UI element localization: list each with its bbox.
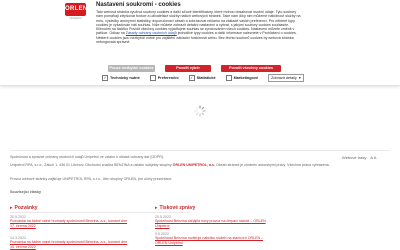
cookie-banner-title: Nastavení soukromí - cookies	[96, 2, 181, 8]
checkbox-statistics[interactable]: ✓ Statistické	[188, 74, 216, 81]
press-releases-section-title: ▸ Tiskové zprávy	[155, 205, 195, 211]
checkbox-technical-label: Technicky nutné	[110, 75, 140, 80]
related-articles-heading: Související články	[10, 190, 41, 194]
divider	[10, 150, 390, 151]
news-link[interactable]: Pozvánka na řádné valné hromady společno…	[10, 240, 130, 249]
chevron-down-icon: ▾	[298, 75, 301, 80]
cookie-banner: ORLEN Unipetrol Nastavení soukromí - coo…	[0, 0, 400, 86]
cookie-banner-text: Tato webová stránka využívá soubory cook…	[96, 10, 302, 44]
allow-all-cookies-button[interactable]: Povolit všechny cookies	[221, 65, 281, 72]
checkbox-statistics-label: Statistické	[196, 75, 216, 80]
list-item: 20.5.2022 Společnost Benzina zahájila no…	[155, 215, 275, 228]
invitations-section-title: ▸ Pozvánky	[10, 205, 38, 211]
accessibility-links: Webové trasy A A	[342, 155, 376, 160]
cookie-button-row: Pouze nezbytné cookies Povolit výběr Pov…	[108, 65, 281, 72]
logo-subtitle: Unipetrol	[69, 16, 82, 20]
checkbox-preferences-box[interactable]	[149, 74, 156, 81]
show-details-label: Zobrazit detaily	[271, 75, 297, 80]
left-section-divider	[10, 212, 190, 213]
checkbox-preferences[interactable]: Preferenční	[149, 74, 179, 81]
press-releases-title: Tiskové zprávy	[159, 205, 196, 211]
checkbox-preferences-label: Preferenční	[157, 75, 179, 80]
checkbox-marketing[interactable]: Marketingové	[225, 74, 259, 81]
chevron-right-icon: ▸	[155, 205, 158, 211]
loading-spinner-icon	[194, 105, 206, 117]
company-logo: ORLEN Unipetrol	[63, 3, 88, 21]
font-size-link[interactable]: A A	[370, 155, 376, 160]
footer-company-name: ORLEN UNIPETROL, a.s.	[172, 163, 216, 167]
logo-mark: ORLEN	[65, 3, 87, 16]
necessary-cookies-button[interactable]: Pouze nezbytné cookies	[108, 65, 155, 72]
footer-line-2: Unipetrol RPA, s.r.o., Záluží 1, 436 01 …	[10, 163, 390, 167]
list-item: 14.3.2022 Pozvánka na řádné valné hromad…	[10, 236, 130, 249]
checkbox-technical[interactable]: ✓ Technicky nutné	[102, 74, 140, 81]
list-item: 20.5.2022 Pozvánka na řádné valné hromad…	[10, 215, 130, 228]
chevron-right-icon: ▸	[10, 205, 13, 211]
cookie-category-row: ✓ Technicky nutné Preferenční ✓ Statisti…	[102, 73, 304, 82]
checkbox-technical-box[interactable]: ✓	[102, 74, 108, 81]
news-link[interactable]: Společnost Benzina zahájila nový provoz …	[155, 219, 275, 228]
footer-line-1: Společnost a správce ochrany osobních úd…	[10, 155, 165, 159]
footer-line-2a: Unipetrol RPA, s.r.o., Záluží 1, 436 01 …	[10, 163, 172, 167]
show-details-dropdown[interactable]: Zobrazit detaily ▾	[268, 73, 304, 82]
checkbox-marketing-box[interactable]	[225, 74, 232, 81]
allow-selection-button[interactable]: Povolit výběr	[165, 65, 211, 72]
footer-line-3: Provoz webové stránky zajišťuje UNIPETRO…	[10, 177, 173, 181]
news-link[interactable]: Pozvánka na řádné valné hromady společno…	[10, 219, 130, 228]
list-item: 9.5.2022 Společnost Benzina rozšiřuje na…	[155, 232, 275, 245]
footer-line-2c: Obsah stránek je chráněn autorskými práv…	[216, 163, 330, 167]
invitations-title: Pozvánky	[14, 205, 38, 211]
checkbox-statistics-box[interactable]: ✓	[188, 74, 195, 81]
web-routes-link[interactable]: Webové trasy	[342, 155, 366, 160]
news-link[interactable]: Společnost Benzina rozšiřuje nabídku slu…	[155, 236, 275, 245]
checkbox-marketing-label: Marketingové	[233, 75, 259, 80]
